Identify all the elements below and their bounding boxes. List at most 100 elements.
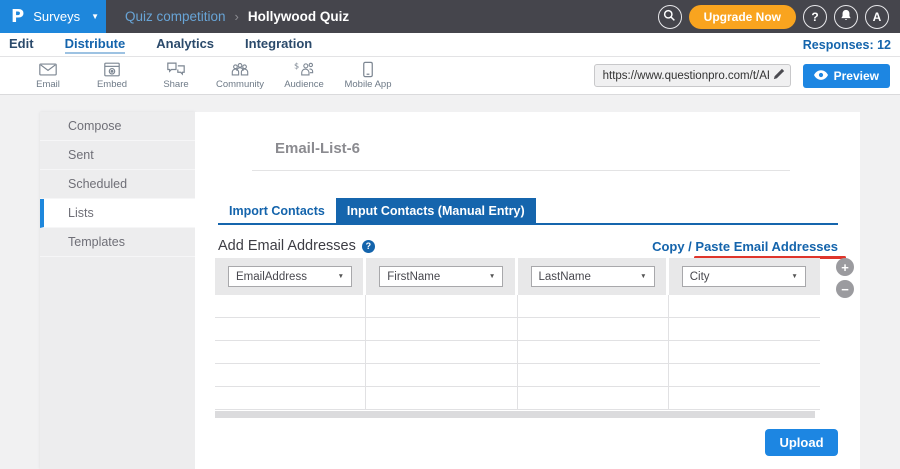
title-divider xyxy=(252,170,790,171)
survey-url-input[interactable] xyxy=(603,70,769,82)
search-icon xyxy=(663,9,676,25)
copy-paste-email-addresses-link[interactable]: Copy / Paste Email Addresses xyxy=(652,239,838,254)
survey-nav: Edit Distribute Analytics Integration Re… xyxy=(0,33,900,57)
contacts-table: EmailAddress ▼ FirstName ▼ LastName ▼ Ci… xyxy=(215,258,820,418)
channel-audience[interactable]: $ Audience xyxy=(272,61,336,90)
table-row xyxy=(215,387,820,410)
sidebar-item-lists[interactable]: Lists xyxy=(40,199,195,228)
surveys-menu-button[interactable]: P Surveys ▼ xyxy=(0,0,106,33)
upgrade-now-button[interactable]: Upgrade Now xyxy=(689,5,796,29)
row-controls: + − xyxy=(836,258,854,298)
edit-url-button[interactable] xyxy=(769,68,785,83)
main-panel: Email-List-6 Import Contacts Input Conta… xyxy=(195,112,860,469)
table-row xyxy=(215,341,820,364)
channel-embed[interactable]: Embed xyxy=(80,61,144,90)
email-cell[interactable] xyxy=(215,341,366,363)
embed-window-icon xyxy=(103,61,121,78)
select-value: City xyxy=(690,271,710,283)
account-avatar[interactable]: A xyxy=(865,5,889,29)
channel-label: Community xyxy=(216,79,264,90)
select-caret-icon: ▼ xyxy=(791,273,797,280)
search-button[interactable] xyxy=(658,5,682,29)
avatar-initial: A xyxy=(873,10,882,24)
sidebar-item-sent[interactable]: Sent xyxy=(40,141,195,170)
sidebar-item-scheduled[interactable]: Scheduled xyxy=(40,170,195,199)
last-name-cell[interactable] xyxy=(518,318,669,340)
sidebar-item-compose[interactable]: Compose xyxy=(40,112,195,141)
add-email-section-header: Add Email Addresses ? Copy / Paste Email… xyxy=(218,238,838,254)
channel-email[interactable]: Email xyxy=(16,61,80,90)
channel-community[interactable]: Community xyxy=(208,61,272,90)
nav-item-distribute[interactable]: Distribute xyxy=(65,36,126,54)
survey-nav-items: Edit Distribute Analytics Integration xyxy=(9,36,312,54)
responses-count[interactable]: Responses: 12 xyxy=(803,38,891,52)
table-row xyxy=(215,318,820,341)
preview-button[interactable]: Preview xyxy=(803,64,890,88)
last-name-cell[interactable] xyxy=(518,387,669,409)
email-address-column-select[interactable]: EmailAddress ▼ xyxy=(228,266,352,287)
email-cell[interactable] xyxy=(215,364,366,386)
email-cell[interactable] xyxy=(215,295,366,317)
contacts-table-body xyxy=(215,295,820,410)
last-name-cell[interactable] xyxy=(518,364,669,386)
nav-item-analytics[interactable]: Analytics xyxy=(156,36,214,54)
table-row xyxy=(215,364,820,387)
email-cell[interactable] xyxy=(215,387,366,409)
channel-label: Audience xyxy=(284,79,324,90)
breadcrumb-current: Hollywood Quiz xyxy=(248,9,349,24)
bell-icon xyxy=(840,9,852,25)
notifications-button[interactable] xyxy=(834,5,858,29)
toolbar-right: Preview xyxy=(594,64,900,88)
channel-share[interactable]: Share xyxy=(144,61,208,90)
first-name-cell[interactable] xyxy=(366,364,517,386)
horizontal-scrollbar[interactable] xyxy=(215,411,815,418)
upload-button[interactable]: Upload xyxy=(765,429,838,456)
pencil-icon xyxy=(773,68,785,83)
first-name-cell[interactable] xyxy=(366,387,517,409)
breadcrumb: Quiz competition › Hollywood Quiz xyxy=(125,9,349,24)
city-cell[interactable] xyxy=(669,387,820,409)
contacts-table-header: EmailAddress ▼ FirstName ▼ LastName ▼ Ci… xyxy=(215,258,820,295)
survey-url-field xyxy=(594,64,791,87)
email-list-title: Email-List-6 xyxy=(275,140,360,157)
select-caret-icon: ▼ xyxy=(489,273,495,280)
breadcrumb-separator-icon: › xyxy=(235,9,239,24)
sidebar-item-templates[interactable]: Templates xyxy=(40,228,195,257)
tab-input-contacts-manual-entry[interactable]: Input Contacts (Manual Entry) xyxy=(336,198,536,223)
surveys-menu-label: Surveys xyxy=(33,9,80,24)
first-name-column-select[interactable]: FirstName ▼ xyxy=(379,266,503,287)
add-column-button[interactable]: + xyxy=(836,258,854,276)
last-name-cell[interactable] xyxy=(518,295,669,317)
city-cell[interactable] xyxy=(669,341,820,363)
remove-column-button[interactable]: − xyxy=(836,280,854,298)
last-name-column-select[interactable]: LastName ▼ xyxy=(531,266,655,287)
email-sidebar: Compose Sent Scheduled Lists Templates xyxy=(40,112,195,469)
city-cell[interactable] xyxy=(669,364,820,386)
breadcrumb-parent[interactable]: Quiz competition xyxy=(125,9,226,24)
envelope-icon xyxy=(38,61,58,78)
select-value: LastName xyxy=(539,271,591,283)
email-cell[interactable] xyxy=(215,318,366,340)
select-value: FirstName xyxy=(387,271,440,283)
select-value: EmailAddress xyxy=(236,271,307,283)
first-name-cell[interactable] xyxy=(366,295,517,317)
help-tooltip-icon[interactable]: ? xyxy=(362,240,375,253)
channel-mobile-app[interactable]: Mobile App xyxy=(336,61,400,90)
city-column-select[interactable]: City ▼ xyxy=(682,266,806,287)
people-group-icon xyxy=(230,61,250,78)
channel-label: Embed xyxy=(97,79,127,90)
nav-item-integration[interactable]: Integration xyxy=(245,36,312,54)
topbar: P Surveys ▼ Quiz competition › Hollywood… xyxy=(0,0,900,33)
first-name-cell[interactable] xyxy=(366,341,517,363)
help-button[interactable]: ? xyxy=(803,5,827,29)
nav-item-edit[interactable]: Edit xyxy=(9,36,34,54)
chevron-down-icon: ▼ xyxy=(91,12,99,21)
channel-list: Email Embed Share Community $ Audience xyxy=(16,61,400,90)
city-cell[interactable] xyxy=(669,318,820,340)
last-name-cell[interactable] xyxy=(518,341,669,363)
city-cell[interactable] xyxy=(669,295,820,317)
tab-import-contacts[interactable]: Import Contacts xyxy=(218,198,336,223)
select-caret-icon: ▼ xyxy=(338,273,344,280)
column-header: EmailAddress ▼ xyxy=(215,258,366,295)
first-name-cell[interactable] xyxy=(366,318,517,340)
